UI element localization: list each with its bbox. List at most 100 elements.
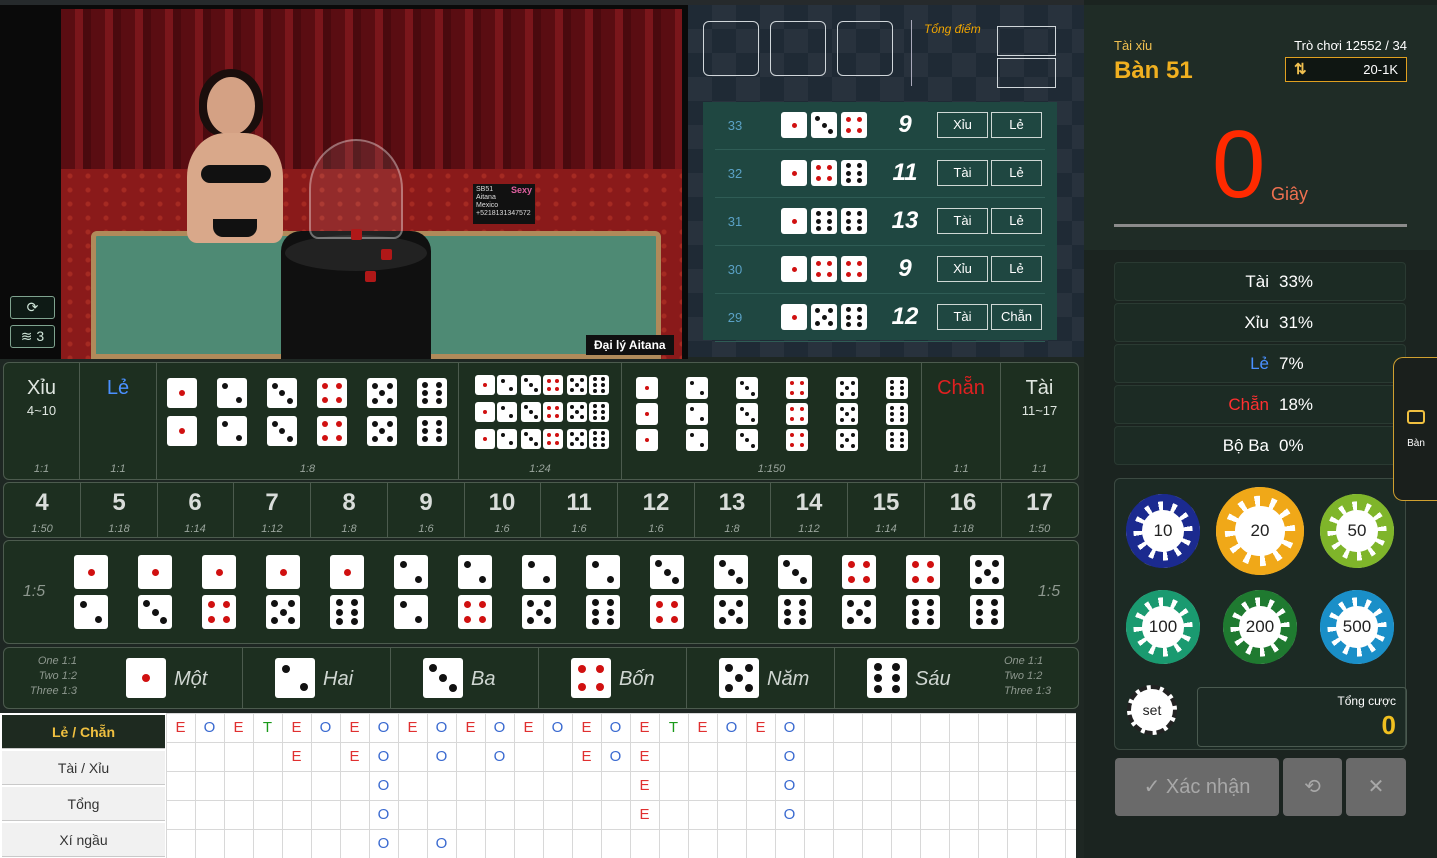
any-triple-die [521,402,541,422]
stat-row: Bộ Ba 0% [1114,426,1406,465]
bet-xiu[interactable]: Xỉu 4~10 1:1 [4,363,80,479]
bet-combo[interactable] [778,555,814,633]
bet-sum[interactable]: 17 1:50 [1001,483,1078,537]
history-tag: Lẻ [991,160,1042,186]
bet-sum[interactable]: 8 1:8 [311,483,388,537]
bet-combo[interactable] [650,555,686,633]
roadmap-mark: E [407,719,418,736]
bet-sum[interactable]: 15 1:14 [848,483,925,537]
bet-triples[interactable]: 1:150 [622,363,922,479]
bet-tai[interactable]: Tài 11~17 1:1 [1001,363,1078,479]
roadmap-mark: O [319,719,332,736]
bet-sum[interactable]: 13 1:8 [694,483,771,537]
bet-sum[interactable]: 10 1:6 [464,483,541,537]
history-tag: Tài [937,304,988,330]
history-die [841,112,867,138]
refresh-video-button[interactable]: ⟳ [10,296,55,319]
bet-combo[interactable] [586,555,622,633]
bet-combo[interactable] [714,555,750,633]
chip-50[interactable]: 50 [1320,494,1394,568]
cancel-button[interactable]: ✕ [1346,758,1406,816]
roadmap-mark: E [639,777,650,794]
bet-odds: 1:8 [299,463,316,475]
countdown-timer: 0 [1212,111,1266,218]
chip-100[interactable]: 100 [1126,590,1200,664]
roadmap-tab[interactable]: Xí ngầu [2,823,165,857]
bet-sum[interactable]: 12 1:6 [618,483,695,537]
bet-combo[interactable] [522,555,558,633]
chip-200[interactable]: 200 [1223,590,1297,664]
right-panel: Tài xỉu Bàn 51 Trò chơi 12552 / 34 ⇅ 20-… [1084,0,1437,858]
combo-die [266,555,300,589]
confirm-button[interactable]: ✓ Xác nhận [1115,758,1279,816]
bet-le[interactable]: Lẻ 1:1 [80,363,157,479]
single-label: Ba [471,668,496,690]
roadmap-mark: O [783,719,796,736]
result-die-slot-3 [837,21,893,76]
bet-sum[interactable]: 5 1:18 [81,483,158,537]
history-round: 29 [727,310,743,325]
rebet-button[interactable]: ⟲ [1283,758,1342,816]
bet-single[interactable]: Hai [242,648,390,708]
triple-die [686,377,708,399]
bet-sum[interactable]: 6 1:14 [157,483,234,537]
roadmap-tab[interactable]: Lẻ / Chẵn [2,715,165,749]
bet-sum[interactable]: 9 1:6 [388,483,465,537]
roadmap-mark: O [551,719,564,736]
history-row: 32 11 Tài Lẻ [715,150,1045,198]
bet-single[interactable]: Sáu [834,648,982,708]
bet-combo[interactable] [458,555,494,633]
bet-pairs[interactable]: 1:8 [157,363,459,479]
bet-xiu-range: 4~10 [26,403,57,418]
history-sum: 9 [898,111,912,138]
history-row: 33 9 Xỉu Lẻ [715,102,1045,150]
any-triple-die [475,429,495,449]
single-die [275,658,315,698]
combo-die [522,555,556,589]
table-switch-tab[interactable]: Bàn [1393,357,1437,501]
bet-combo[interactable] [266,555,302,633]
bet-single[interactable]: Năm [686,648,834,708]
combo-odds-left: 1:5 [22,583,46,600]
sum-odds: 1:8 [341,523,357,535]
roadmap-tab[interactable]: Tài / Xỉu [2,751,165,785]
bet-any-triple[interactable]: 1:24 [459,363,622,479]
roadmap: Lẻ / Chẵn Tài / Xỉu Tổng Xí ngầu EOETEEOEEO… [0,713,1076,858]
single-die [867,658,907,698]
bet-sum[interactable]: 7 1:12 [234,483,311,537]
bet-single[interactable]: Ba [390,648,538,708]
bet-sum[interactable]: 11 1:6 [541,483,618,537]
bet-chan-label: Chẵn [937,377,985,399]
bet-limit-selector[interactable]: ⇅ 20-1K [1285,57,1407,82]
bet-sum[interactable]: 14 1:12 [771,483,848,537]
triple-die [786,429,808,451]
bet-chan[interactable]: Chẵn 1:1 [922,363,1001,479]
bet-sum[interactable]: 4 1:50 [4,483,81,537]
combo-die [74,555,108,589]
chip-500[interactable]: 500 [1320,590,1394,664]
bet-combo[interactable] [74,555,110,633]
bet-combo[interactable] [330,555,366,633]
bet-single[interactable]: Bốn [538,648,686,708]
chip-20[interactable]: 20 [1216,487,1304,575]
bet-sum[interactable]: 16 1:18 [925,483,1002,537]
bet-combo[interactable] [906,555,942,633]
bet-combo[interactable] [842,555,878,633]
bet-combo[interactable] [970,555,1006,633]
roadmap-mark: O [435,835,448,852]
roadmap-tab[interactable]: Tổng [2,787,165,821]
single-odds-line: One 1:1 [37,655,77,667]
triple-die [736,429,758,451]
pair-die [367,378,397,408]
bet-single[interactable]: Một [94,648,242,708]
main-bets-row: Xỉu 4~10 1:1 Lẻ 1:1 1:8 1:24 1:150 Chẵn 1:1 Tài 11~… [3,362,1079,480]
signal-button[interactable]: ≋ 3 [10,325,55,348]
history-tag: Lẻ [991,256,1042,282]
chip-10[interactable]: 10 [1126,494,1200,568]
close-icon: ✕ [1367,776,1385,798]
bet-combo[interactable] [394,555,430,633]
bet-combo[interactable] [202,555,238,633]
set-chip-button[interactable]: set [1127,685,1177,735]
history-die [781,256,807,282]
bet-combo[interactable] [138,555,174,633]
